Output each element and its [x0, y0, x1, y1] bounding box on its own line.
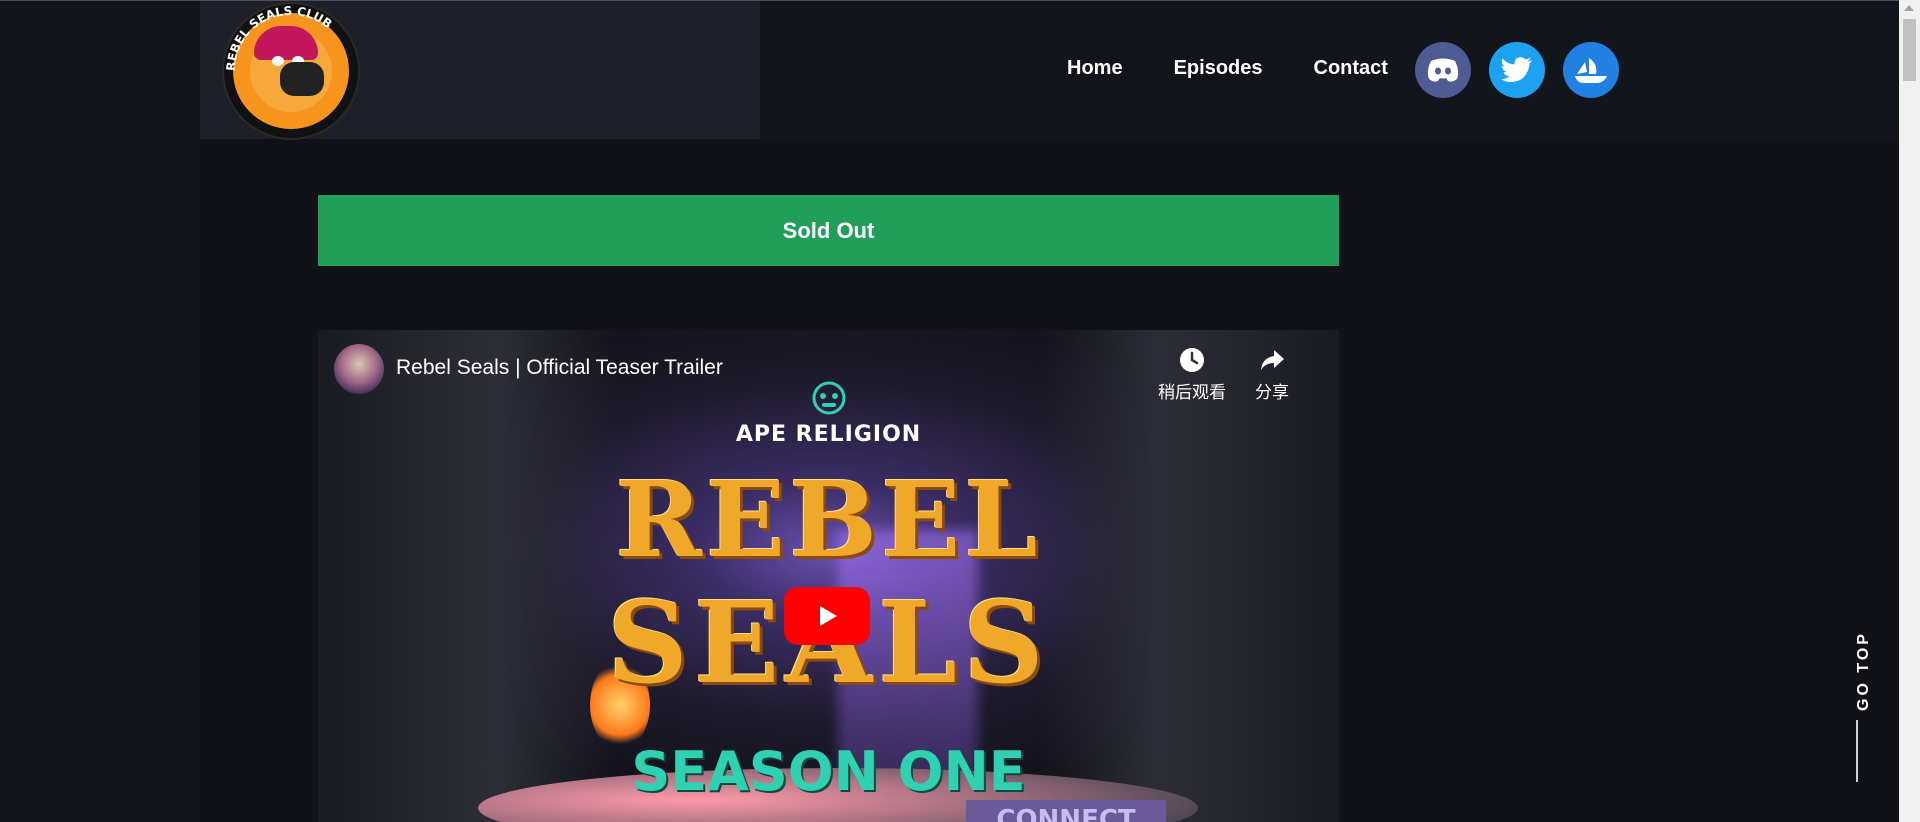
nav-episodes[interactable]: Episodes [1174, 56, 1263, 80]
ape-religion-logo-icon [812, 381, 846, 415]
go-top-button[interactable]: GO TOP [1846, 631, 1872, 782]
watch-later-button[interactable]: 稍后观看 [1152, 346, 1232, 403]
play-icon [820, 606, 837, 626]
site-logo[interactable]: REBEL SEALS CLUB [224, 4, 358, 138]
opensea-link[interactable] [1563, 42, 1619, 98]
scroll-up-arrow-icon[interactable] [1904, 5, 1914, 11]
twitter-link[interactable] [1489, 42, 1545, 98]
opensea-icon [1575, 58, 1607, 83]
nav-home[interactable]: Home [1067, 56, 1123, 80]
nav-contact[interactable]: Contact [1314, 56, 1388, 80]
logo-ring-text: REBEL SEALS CLUB [224, 4, 335, 71]
go-top-line [1856, 720, 1858, 782]
scrollbar-thumb[interactable] [1903, 19, 1916, 81]
youtube-play-button[interactable] [784, 587, 870, 645]
channel-avatar[interactable] [334, 344, 384, 394]
share-arrow-icon [1261, 350, 1284, 370]
page-scrollbar[interactable] [1899, 0, 1920, 822]
discord-icon [1427, 58, 1459, 82]
discord-link[interactable] [1415, 42, 1471, 98]
thumbnail-title-line1: REBEL [615, 458, 1042, 581]
svg-text:REBEL SEALS CLUB: REBEL SEALS CLUB [224, 4, 335, 71]
main-nav: Home Episodes Contact [1067, 56, 1439, 80]
thumbnail-brand: APE RELIGION [735, 422, 922, 447]
sold-out-button[interactable]: Sold Out [318, 195, 1339, 266]
share-button[interactable]: 分享 [1232, 346, 1312, 403]
thumbnail-subtitle: SEASON ONE [631, 740, 1026, 803]
twitter-icon [1501, 57, 1532, 82]
clock-icon [1180, 348, 1204, 372]
video-embed[interactable]: APE RELIGION REBEL SEALS SEASON ONE CONN… [318, 330, 1339, 822]
watch-later-label: 稍后观看 [1158, 383, 1226, 403]
share-label: 分享 [1255, 383, 1289, 403]
video-title[interactable]: Rebel Seals | Official Teaser Trailer [396, 356, 723, 380]
thumbnail-connect-sign: CONNECT [966, 800, 1166, 822]
go-top-label: GO TOP [1854, 631, 1872, 711]
